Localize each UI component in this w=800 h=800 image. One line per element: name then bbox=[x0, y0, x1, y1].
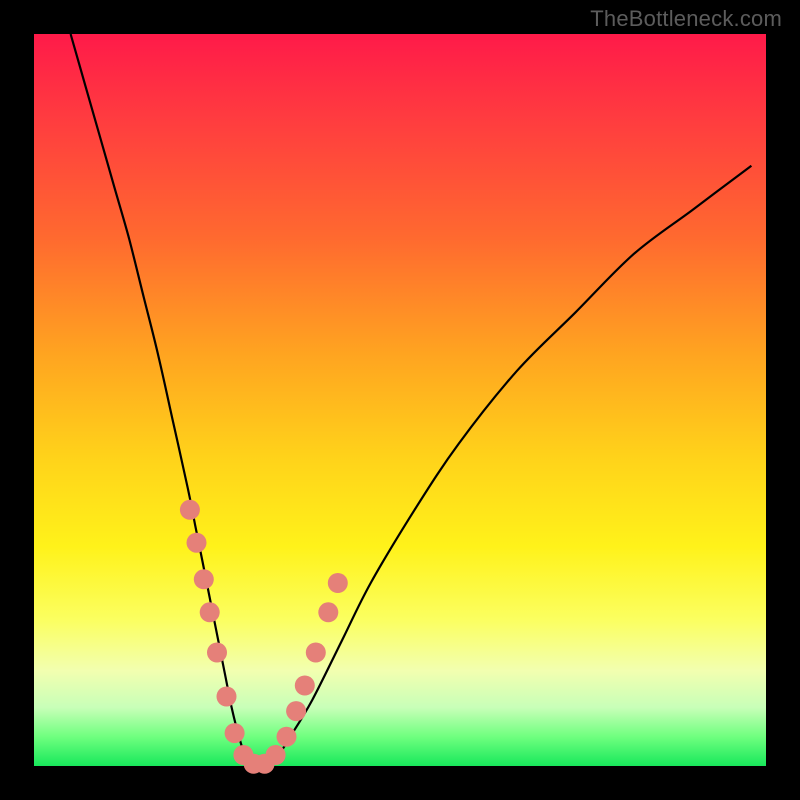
plot-area bbox=[34, 34, 766, 766]
curve-marker bbox=[328, 573, 348, 593]
curve-marker bbox=[318, 602, 338, 622]
curve-marker bbox=[306, 643, 326, 663]
curve-marker bbox=[217, 687, 237, 707]
curve-marker bbox=[187, 533, 207, 553]
curve-marker bbox=[180, 500, 200, 520]
curve-marker bbox=[194, 569, 214, 589]
watermark-text: TheBottleneck.com bbox=[590, 6, 782, 32]
curve-marker bbox=[225, 723, 245, 743]
curve-marker bbox=[200, 602, 220, 622]
curve-marker bbox=[266, 745, 286, 765]
curve-svg bbox=[34, 34, 766, 766]
chart-frame: TheBottleneck.com bbox=[0, 0, 800, 800]
curve-marker bbox=[295, 676, 315, 696]
curve-marker bbox=[277, 727, 297, 747]
bottleneck-curve bbox=[71, 34, 752, 767]
curve-marker bbox=[207, 643, 227, 663]
curve-marker bbox=[286, 701, 306, 721]
marker-group bbox=[180, 500, 348, 774]
